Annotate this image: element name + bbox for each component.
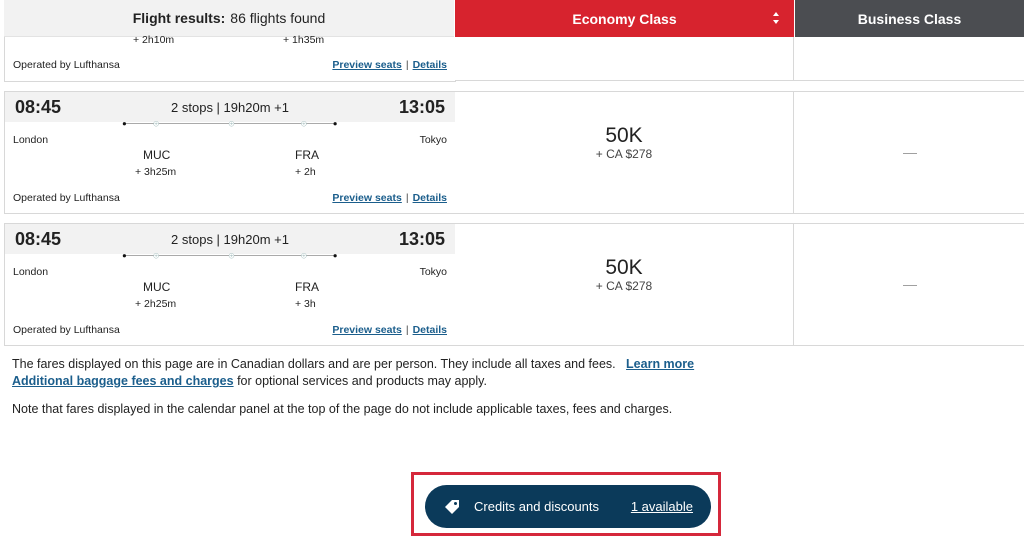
fare-tax: + CA $278 (595, 279, 653, 293)
fare-unavailable: — (903, 144, 917, 160)
stop-airport: FRA (293, 280, 321, 294)
credits-available-link[interactable]: 1 available (631, 499, 693, 514)
economy-class-column-header[interactable]: Economy Class (455, 0, 794, 37)
plane-icon (153, 121, 159, 127)
tag-icon (445, 500, 459, 514)
learn-more-link[interactable]: Learn more (626, 357, 694, 371)
fare-miles: 50K (605, 124, 643, 147)
link-separator: | (405, 324, 409, 336)
stop-duration: + 2h25m (135, 298, 177, 310)
economy-fare-cell[interactable]: 50K + CA $278 (455, 91, 794, 214)
plane-icon (228, 253, 235, 259)
flight-links: Preview seats | Details (332, 324, 447, 336)
fares-disclaimer: The fares displayed on this page are in … (12, 357, 616, 371)
calendar-note: Note that fares displayed in the calenda… (12, 402, 673, 416)
flight-card[interactable]: 08:45 2 stops | 19h20m +1 13:05 London T… (4, 91, 456, 214)
preview-seats-link[interactable]: Preview seats (332, 59, 401, 71)
plane-icon (153, 253, 159, 259)
route-line (122, 121, 337, 127)
details-link[interactable]: Details (413, 324, 447, 336)
details-link[interactable]: Details (413, 59, 447, 71)
preview-seats-link[interactable]: Preview seats (332, 192, 401, 204)
results-count: 86 flights found (230, 10, 326, 26)
link-separator: | (405, 192, 409, 204)
plane-icon (301, 253, 307, 259)
economy-fare: 50K + CA $278 (455, 256, 793, 293)
business-fare-cell (794, 37, 1024, 81)
preview-seats-link[interactable]: Preview seats (332, 324, 401, 336)
stop-duration: + 3h25m (135, 166, 177, 178)
stop-duration: + 1h35m (283, 34, 325, 46)
stop-airport: MUC (141, 280, 173, 294)
economy-class-label: Economy Class (572, 10, 677, 27)
flight-results-summary: Flight results: 86 flights found (4, 0, 454, 37)
fare-miles: 50K (605, 256, 643, 279)
business-fare-cell: — (794, 91, 1024, 214)
economy-fare-cell[interactable]: 50K + CA $278 (455, 223, 794, 346)
operated-by: Operated by Lufthansa (13, 59, 120, 71)
sort-icon[interactable] (772, 9, 780, 27)
economy-fare-cell[interactable] (455, 37, 794, 81)
economy-fare: 50K + CA $278 (455, 124, 793, 161)
results-header: Flight results: 86 flights found Economy… (0, 0, 1024, 37)
credits-label: Credits and discounts (474, 499, 600, 514)
stop-duration: + 3h (295, 298, 316, 310)
results-label: Flight results: (132, 10, 226, 26)
stop-duration: + 2h (295, 166, 316, 178)
stop-duration: + 2h10m (133, 34, 175, 46)
business-fare-cell: — (794, 223, 1024, 346)
operated-by: Operated by Lufthansa (13, 324, 120, 336)
stop-airport: MUC (141, 148, 173, 162)
business-class-label: Business Class (857, 10, 962, 27)
business-class-column-header[interactable]: Business Class (795, 0, 1024, 37)
baggage-note: for optional services and products may a… (237, 374, 487, 388)
plane-icon (301, 121, 307, 127)
stop-airport: FRA (293, 148, 321, 162)
baggage-fees-link[interactable]: Additional baggage fees and charges (12, 374, 234, 388)
credits-and-discounts-button[interactable]: Credits and discounts 1 available (425, 485, 711, 528)
plane-icon (228, 121, 235, 127)
fare-tax: + CA $278 (595, 147, 653, 161)
details-link[interactable]: Details (413, 192, 447, 204)
flight-card[interactable]: 08:45 2 stops | 19h20m +1 13:05 London T… (4, 223, 456, 346)
link-separator: | (405, 59, 409, 71)
flight-links: Preview seats | Details (332, 59, 447, 71)
route-line (122, 253, 337, 259)
fare-notes: The fares displayed on this page are in … (12, 356, 772, 390)
operated-by: Operated by Lufthansa (13, 192, 120, 204)
flight-links: Preview seats | Details (332, 192, 447, 204)
fare-unavailable: — (903, 276, 917, 292)
flight-card-partial: + 2h10m + 1h35m Operated by Lufthansa Pr… (4, 34, 456, 82)
